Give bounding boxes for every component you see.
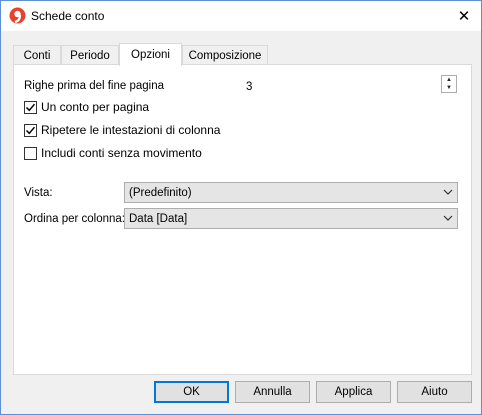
dialog-window: Schede conto ✕ Conti Periodo Opzioni Com…	[0, 0, 482, 415]
checkbox-un-conto-per-pagina[interactable]: Un conto per pagina	[24, 99, 149, 115]
view-select[interactable]: (Predefinito)	[124, 182, 458, 203]
cancel-button[interactable]: Annulla	[235, 381, 310, 403]
checkbox-ripetere-intestazioni[interactable]: Ripetere le intestazioni di colonna	[24, 122, 220, 138]
tab-opzioni[interactable]: Opzioni	[119, 43, 182, 66]
tab-conti[interactable]: Conti	[13, 45, 61, 65]
rows-before-page-end-input[interactable]: 3	[246, 81, 252, 93]
checkbox-box[interactable]	[24, 123, 37, 137]
checkbox-box[interactable]	[24, 146, 37, 160]
spin-arrows-icon[interactable]: ▲ ▼	[441, 75, 457, 93]
close-button[interactable]: ✕	[447, 1, 481, 31]
help-button[interactable]: Aiuto	[397, 381, 472, 403]
view-label: Vista:	[24, 187, 53, 199]
checkbox-label: Includi conti senza movimento	[41, 146, 202, 160]
apply-button[interactable]: Applica	[316, 381, 391, 403]
spin-up-icon[interactable]: ▲	[442, 76, 456, 84]
tab-composizione[interactable]: Composizione	[182, 45, 268, 65]
options-panel: Righe prima del fine pagina 3 ▲ ▼ Un con…	[13, 64, 472, 375]
spin-down-icon[interactable]: ▼	[442, 84, 456, 92]
sort-select[interactable]: Data [Data]	[124, 208, 458, 229]
checkbox-includi-conti[interactable]: Includi conti senza movimento	[24, 145, 202, 161]
rows-before-page-end-label: Righe prima del fine pagina	[24, 80, 165, 92]
close-icon: ✕	[457, 8, 471, 25]
chevron-down-icon	[443, 189, 453, 195]
title-bar: Schede conto ✕	[1, 1, 481, 31]
sort-select-value: Data [Data]	[129, 212, 188, 225]
checkmark-icon	[25, 126, 36, 134]
checkbox-label: Un conto per pagina	[41, 100, 150, 114]
tab-periodo[interactable]: Periodo	[61, 45, 119, 65]
sort-label: Ordina per colonna:	[24, 213, 126, 225]
banana-app-icon	[9, 7, 26, 24]
chevron-down-icon	[443, 215, 453, 221]
checkbox-box[interactable]	[24, 100, 37, 114]
checkmark-icon	[25, 103, 36, 111]
window-title: Schede conto	[31, 9, 105, 23]
view-select-value: (Predefinito)	[129, 186, 192, 199]
checkbox-label: Ripetere le intestazioni di colonna	[41, 123, 221, 137]
ok-button[interactable]: OK	[154, 381, 229, 403]
